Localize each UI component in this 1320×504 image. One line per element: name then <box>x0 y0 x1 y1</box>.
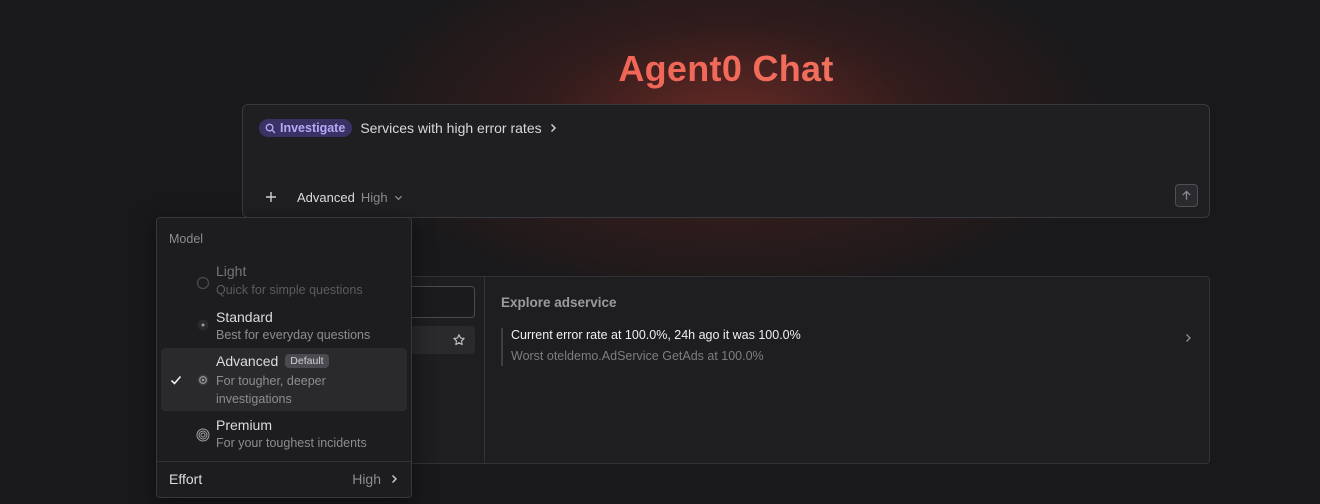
insight-sub-text: Worst oteldemo.AdService GetAds at 100.0… <box>511 349 764 363</box>
light-model-icon <box>196 276 210 290</box>
check-icon <box>170 375 182 385</box>
insight-card[interactable]: Current error rate at 100.0%, 24h ago it… <box>501 328 1193 366</box>
composer-toolbar: Advanced High <box>263 189 403 205</box>
service-list <box>401 277 485 463</box>
effort-value: High <box>352 471 399 487</box>
investigate-badge: Investigate <box>259 119 353 137</box>
explore-panel: Explore adservice Current error rate at … <box>400 276 1210 464</box>
model-option-desc: Quick for simple questions <box>216 283 363 297</box>
plus-icon <box>266 192 276 202</box>
explore-title: Explore adservice <box>501 295 617 310</box>
model-option-light[interactable]: Light Quick for simple questions <box>161 260 407 302</box>
dropdown-header: Model <box>169 232 204 246</box>
dropdown-divider <box>157 461 411 462</box>
page-title: Agent0 Chat <box>0 48 1320 90</box>
model-option-label: Advanced Default <box>216 353 329 369</box>
effort-submenu-trigger[interactable]: Effort High <box>169 471 399 487</box>
chevron-right-icon <box>1186 334 1191 342</box>
star-icon[interactable] <box>452 333 466 347</box>
suggestion-label: Services with high error rates <box>360 120 542 136</box>
app-root: Agent0 Chat Explore adservice Current er… <box>0 0 1320 504</box>
suggestion-chip[interactable]: Investigate Services with high error rat… <box>259 119 558 137</box>
chat-composer[interactable]: Investigate Services with high error rat… <box>242 104 1210 218</box>
investigate-badge-label: Investigate <box>280 121 346 135</box>
service-list-item[interactable] <box>401 326 475 354</box>
model-selector-button[interactable]: Advanced High <box>297 190 403 205</box>
model-option-label-text: Advanced <box>216 353 279 369</box>
add-attachment-button[interactable] <box>263 189 279 205</box>
send-button[interactable] <box>1175 184 1198 207</box>
model-option-standard[interactable]: Standard Best for everyday questions <box>161 306 407 348</box>
model-option-label: Premium <box>216 417 273 433</box>
model-option-label: Light <box>216 263 247 279</box>
advanced-model-icon <box>197 374 209 386</box>
model-selector-label: Advanced <box>297 189 355 205</box>
standard-model-icon <box>197 319 209 331</box>
search-icon <box>265 123 276 133</box>
model-option-desc: Best for everyday questions <box>216 328 371 342</box>
suggestion-text: Services with high error rates <box>360 120 557 136</box>
model-option-advanced[interactable]: Advanced Default For tougher, deeper inv… <box>161 348 407 411</box>
chevron-right-icon <box>550 124 556 132</box>
model-option-desc: For tougher, deeper investigations <box>216 374 326 406</box>
effort-label: Effort <box>169 471 203 487</box>
chevron-down-icon <box>394 195 402 200</box>
model-option-premium[interactable]: Premium For your toughest incidents <box>161 416 407 456</box>
arrow-up-icon <box>1182 190 1191 200</box>
chevron-right-icon <box>392 475 397 483</box>
service-search-input[interactable] <box>401 286 475 318</box>
explore-detail: Explore adservice Current error rate at … <box>501 295 1193 366</box>
effort-selector-label: High <box>360 189 388 205</box>
premium-model-icon <box>196 428 210 442</box>
default-badge: Default <box>285 354 329 368</box>
effort-value-text: High <box>352 471 381 487</box>
insight-main-text: Current error rate at 100.0%, 24h ago it… <box>511 328 801 342</box>
model-option-label: Standard <box>216 309 273 325</box>
model-dropdown-menu: Model Light Quick for simple questions S… <box>156 217 412 498</box>
model-option-desc: For your toughest incidents <box>216 436 367 450</box>
